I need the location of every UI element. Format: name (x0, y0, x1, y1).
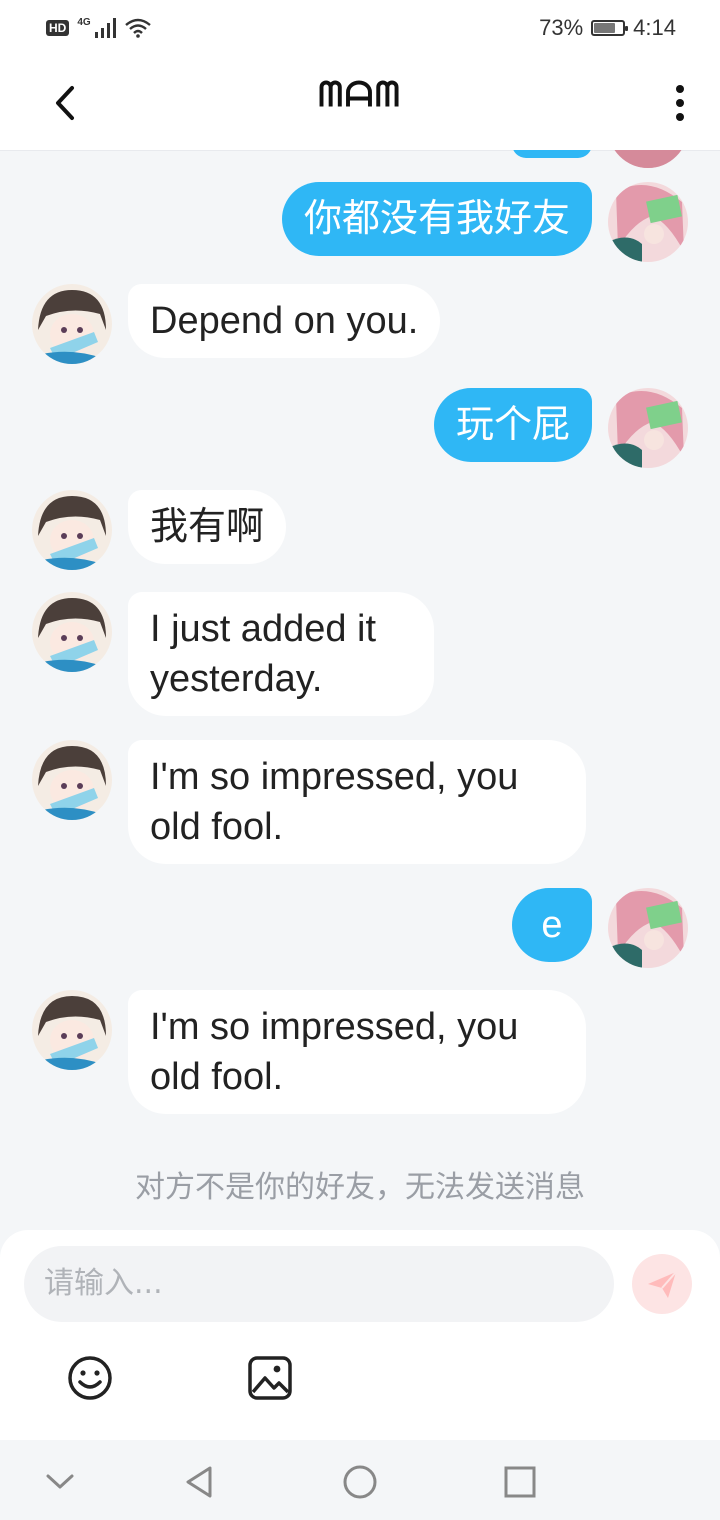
system-nav-bar (0, 1440, 720, 1520)
composer: 请输入... (0, 1230, 720, 1440)
avatar-self (608, 150, 688, 168)
back-triangle-icon (186, 1466, 212, 1498)
avatar-contact[interactable] (32, 592, 112, 672)
status-left: HD 4G (46, 16, 151, 38)
status-bar: HD 4G 73% 4:14 (0, 0, 720, 56)
more-options-button[interactable] (668, 82, 692, 124)
message-input[interactable]: 请输入... (24, 1246, 614, 1322)
battery-level (594, 23, 615, 33)
nav-recents-button[interactable] (500, 1462, 540, 1502)
send-icon (648, 1271, 677, 1298)
chat-header: ᗰᗩᗰ (0, 56, 720, 150)
chevron-down-icon (46, 1474, 74, 1489)
hide-keyboard-button[interactable] (40, 1462, 80, 1502)
send-button[interactable] (632, 1254, 692, 1314)
message-bubble-sent[interactable]: 玩个屁 (433, 388, 592, 462)
more-vertical-icon (676, 85, 684, 121)
emoji-button[interactable] (66, 1354, 114, 1402)
avatar-contact[interactable] (32, 284, 112, 364)
message-list[interactable]: 你都没有我好友 Depend on you. 玩个屁 我有啊 I just ad… (0, 150, 720, 1230)
message-bubble-received[interactable]: 我有啊 (128, 490, 287, 564)
battery-icon (591, 20, 629, 36)
avatar-self[interactable] (608, 388, 688, 468)
nav-home-button[interactable] (340, 1462, 380, 1502)
status-right: 73% 4:14 (539, 15, 676, 41)
network-type: 4G (77, 16, 91, 28)
avatar-self[interactable] (608, 182, 688, 262)
recents-square-icon (504, 1466, 536, 1498)
signal-icon (94, 18, 116, 38)
avatar-contact[interactable] (32, 740, 112, 820)
avatar-self[interactable] (608, 888, 688, 968)
wifi-icon (124, 18, 151, 38)
message-bubble-sent[interactable]: 你都没有我好友 (281, 182, 592, 256)
home-circle-icon (343, 1465, 377, 1499)
hd-badge: HD (46, 20, 70, 36)
battery-percent: 73% (539, 15, 584, 40)
image-icon (248, 1356, 292, 1400)
image-button[interactable] (246, 1354, 294, 1402)
message-bubble-received[interactable]: I just added it yesterday. (128, 592, 434, 716)
emoji-icon (68, 1356, 112, 1400)
message-bubble-sent[interactable]: e (512, 888, 592, 962)
message-bubble-cutoff (512, 150, 592, 158)
message-bubble-received[interactable]: I'm so impressed, you old fool. (128, 740, 586, 864)
avatar-contact[interactable] (32, 990, 112, 1070)
message-bubble-received[interactable]: I'm so impressed, you old fool. (128, 990, 586, 1114)
message-bubble-received[interactable]: Depend on you. (128, 284, 441, 358)
not-friend-notice: 对方不是你的好友，无法发送消息 (135, 1170, 585, 1205)
avatar-contact[interactable] (32, 490, 112, 570)
clock: 4:14 (633, 15, 676, 40)
nav-back-button[interactable] (180, 1462, 220, 1502)
chat-title: ᗰᗩᗰ (318, 79, 402, 117)
